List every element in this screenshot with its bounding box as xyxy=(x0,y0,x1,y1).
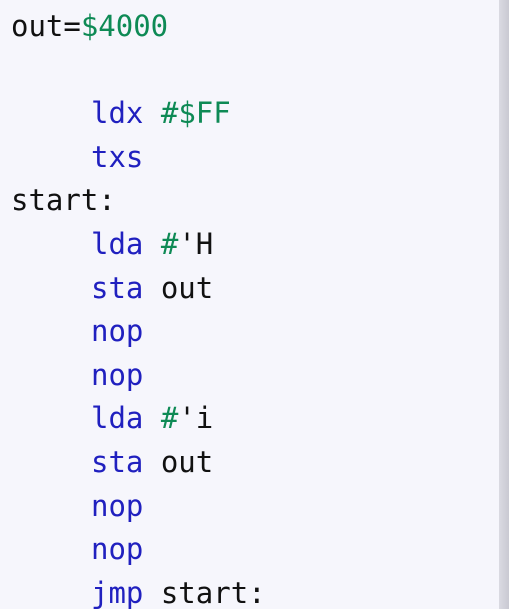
scrollbar[interactable] xyxy=(499,0,509,609)
code-line: lda #'H xyxy=(11,223,266,267)
code-text: out xyxy=(143,444,214,479)
code-line: nop xyxy=(11,485,266,529)
code-text: 'H xyxy=(178,226,214,261)
code-keyword: sta xyxy=(91,444,144,479)
code-line: nop xyxy=(11,310,266,354)
code-keyword: lda xyxy=(91,226,144,261)
code-keyword: sta xyxy=(91,270,144,305)
code-line: jmp start: xyxy=(11,572,266,609)
code-text: start: xyxy=(11,183,116,218)
code-text: start: xyxy=(143,575,266,609)
code-literal: # xyxy=(160,226,179,261)
code-line: txs xyxy=(11,136,266,180)
code-line: sta out xyxy=(11,267,266,311)
code-literal: $4000 xyxy=(80,9,169,43)
code-line: out=$4000 xyxy=(11,5,266,49)
code-keyword: nop xyxy=(91,488,144,523)
code-keyword: nop xyxy=(91,314,144,349)
code-text: 'i xyxy=(178,401,214,436)
code-keyword: nop xyxy=(91,532,144,567)
code-keyword: lda xyxy=(91,401,144,436)
code-keyword: txs xyxy=(91,139,144,174)
code-keyword: jmp xyxy=(91,575,144,609)
code-line: nop xyxy=(11,528,266,572)
code-keyword: ldx xyxy=(91,96,144,131)
code-literal: # xyxy=(160,401,179,436)
code-keyword: nop xyxy=(91,357,144,392)
code-literal: #$FF xyxy=(160,96,231,131)
code-line: start: xyxy=(11,179,266,223)
code-listing[interactable]: out=$4000 ldx #$FF txs start: lda #'H sta out… xyxy=(11,5,266,609)
code-line: lda #'i xyxy=(11,397,266,441)
code-text: out xyxy=(143,270,214,305)
code-text: out= xyxy=(11,9,81,43)
code-line: nop xyxy=(11,354,266,398)
code-line: sta out xyxy=(11,441,266,485)
code-editor[interactable]: out=$4000 ldx #$FF txs start: lda #'H sta out… xyxy=(0,0,499,609)
code-line: ldx #$FF xyxy=(11,92,266,136)
